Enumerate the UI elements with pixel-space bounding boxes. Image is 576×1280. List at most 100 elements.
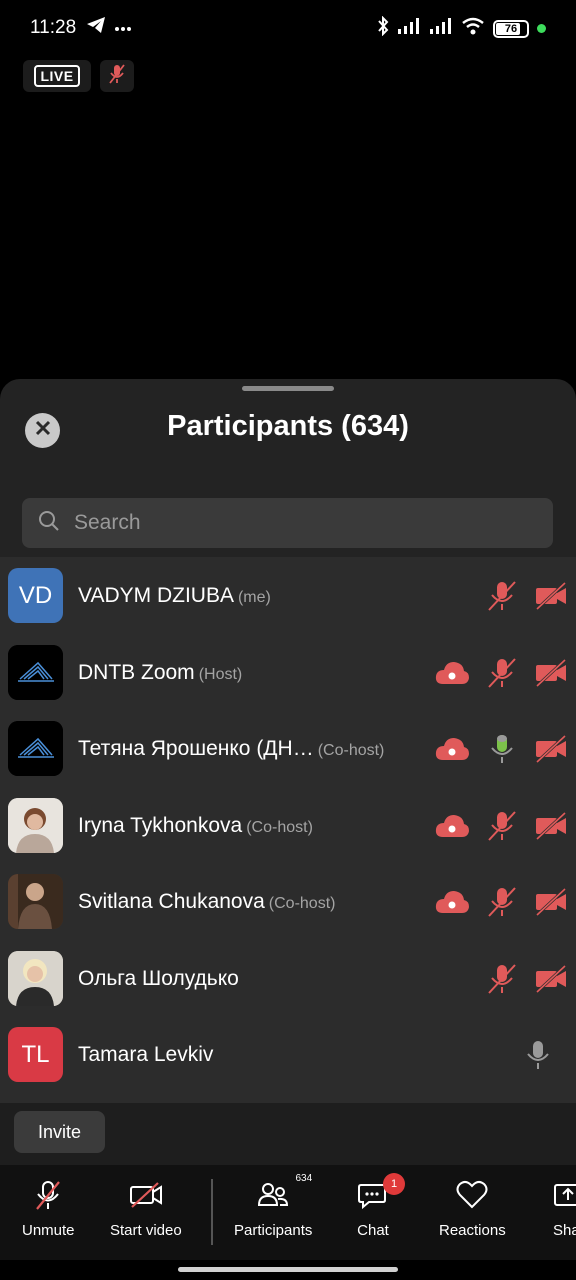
heart-icon: [455, 1179, 489, 1216]
signal-icon: [429, 18, 453, 39]
participants-panel: Participants (634) Search VD VADYM DZIUBA…: [0, 379, 576, 1165]
participant-row[interactable]: DNTB Zoom (Host): [0, 634, 576, 710]
participant-role: (me): [237, 589, 271, 606]
avatar-initials: VD: [18, 581, 53, 609]
battery-icon: 76: [493, 19, 529, 38]
chat-icon: 1: [357, 1173, 405, 1216]
unmute-button[interactable]: Unmute: [22, 1179, 75, 1239]
invite-bar: Invite: [0, 1103, 576, 1165]
search-placeholder: Search: [74, 511, 141, 534]
video-off-icon: [534, 964, 568, 994]
status-left-icons: [86, 16, 132, 39]
status-bar: 11:28 76: [0, 0, 576, 56]
avatar: [8, 874, 63, 929]
cloud-recording-icon: [434, 660, 470, 686]
participant-name-wrap: Тетяна Ярошенко (ДН… (Co-host): [78, 737, 384, 761]
participant-name: VADYM DZIUBA: [78, 584, 234, 607]
participant-name: Iryna Tykhonkova: [78, 813, 243, 837]
participant-name-wrap: Tamara Levkiv: [78, 1043, 213, 1067]
home-indicator: [178, 1267, 398, 1272]
avatar: [8, 950, 63, 1006]
participant-row[interactable]: Тетяна Ярошенко (ДН… (Co-host): [0, 710, 576, 786]
avatar: TL: [8, 1027, 63, 1082]
mic-muted-icon: [486, 885, 518, 919]
toolbar-divider: [211, 1179, 213, 1245]
status-right-icons: 76: [377, 15, 546, 41]
participant-status-icons: [434, 656, 568, 690]
cloud-recording-icon: [434, 813, 470, 839]
mic-icon: [522, 1038, 554, 1072]
participant-name: DNTB Zoom: [78, 660, 195, 684]
participant-status-icons: [434, 885, 568, 919]
cloud-recording-icon: [434, 889, 470, 915]
participant-role: (Co-host): [246, 818, 313, 836]
live-badge[interactable]: LIVE: [23, 60, 91, 92]
share-button[interactable]: Sha: [553, 1179, 576, 1239]
participant-name: Ольга Шолудько: [78, 966, 239, 990]
participant-row[interactable]: Svitlana Chukanova (Co-host): [0, 863, 576, 939]
avatar: [8, 721, 63, 776]
avatar: [8, 797, 63, 853]
participants-button[interactable]: 634 Participants: [234, 1173, 313, 1239]
search-input[interactable]: Search: [22, 498, 553, 548]
participant-status-icons: [434, 809, 568, 843]
share-icon: [553, 1179, 576, 1216]
participant-status-icons: [486, 579, 568, 613]
mic-muted-icon: [33, 1179, 63, 1216]
participant-role: (Co-host): [268, 895, 336, 912]
video-off-icon: [534, 811, 568, 841]
mic-muted-icon: [486, 809, 518, 843]
mic-muted-icon: [108, 63, 126, 90]
chat-button[interactable]: 1 Chat: [357, 1173, 405, 1239]
battery-level: 76: [504, 22, 518, 35]
bluetooth-icon: [377, 15, 389, 41]
start-video-button[interactable]: Start video: [110, 1179, 182, 1239]
participant-name-wrap: Iryna Tykhonkova (Co-host): [78, 814, 313, 838]
participant-name: Svitlana Chukanova: [78, 890, 265, 913]
panel-title: Participants (634): [167, 410, 409, 442]
participant-status-icons: [486, 962, 568, 996]
cloud-recording-icon: [434, 736, 470, 762]
reactions-label: Reactions: [439, 1222, 506, 1239]
participant-status-icons: [434, 732, 568, 766]
participant-list[interactable]: VD VADYM DZIUBA (me) DNTB Zoom (Host) Тетяна …: [0, 557, 576, 1103]
chat-badge: 1: [383, 1173, 405, 1195]
participant-row[interactable]: Ольга Шолудько: [0, 940, 576, 1016]
participant-name-wrap: Svitlana Chukanova (Co-host): [78, 890, 335, 914]
participant-row[interactable]: VD VADYM DZIUBA (me): [0, 557, 576, 633]
participant-row[interactable]: TL Tamara Levkiv: [0, 1016, 576, 1092]
mic-muted-icon: [486, 962, 518, 996]
participant-role: (Co-host): [317, 742, 385, 759]
video-off-icon: [534, 734, 568, 764]
muted-mic-badge: [100, 60, 134, 92]
participant-name-wrap: DNTB Zoom (Host): [78, 661, 242, 685]
video-off-icon: [534, 581, 568, 611]
avatar: VD: [8, 568, 63, 623]
drag-handle[interactable]: [242, 386, 334, 391]
participant-row[interactable]: Iryna Tykhonkova (Co-host): [0, 787, 576, 863]
reactions-button[interactable]: Reactions: [439, 1179, 506, 1239]
video-off-icon: [128, 1179, 164, 1216]
share-label: Sha: [553, 1222, 576, 1239]
chat-label: Chat: [357, 1222, 389, 1239]
invite-button[interactable]: Invite: [14, 1111, 105, 1153]
signal-icon: [397, 18, 421, 39]
mic-icon: [486, 732, 518, 766]
participants-icon: 634: [256, 1173, 312, 1216]
wifi-icon: [461, 17, 485, 40]
participant-name-wrap: Ольга Шолудько: [78, 967, 239, 991]
meeting-toolbar: Unmute Start video 634 Participants 1 Ch…: [0, 1165, 576, 1260]
participant-status-icons: [522, 1038, 568, 1072]
unmute-label: Unmute: [22, 1222, 75, 1239]
live-label: LIVE: [34, 65, 80, 87]
mic-muted-icon: [486, 656, 518, 690]
participants-label: Participants: [234, 1222, 313, 1239]
start-video-label: Start video: [110, 1222, 182, 1239]
participant-name: Тетяна Ярошенко (ДН…: [78, 737, 314, 760]
participant-name-wrap: VADYM DZIUBA (me): [78, 584, 271, 608]
mic-muted-icon: [486, 579, 518, 613]
privacy-dot-icon: [537, 24, 546, 33]
video-off-icon: [534, 658, 568, 688]
telegram-icon: [86, 16, 106, 39]
participant-role: (Host): [198, 665, 243, 683]
